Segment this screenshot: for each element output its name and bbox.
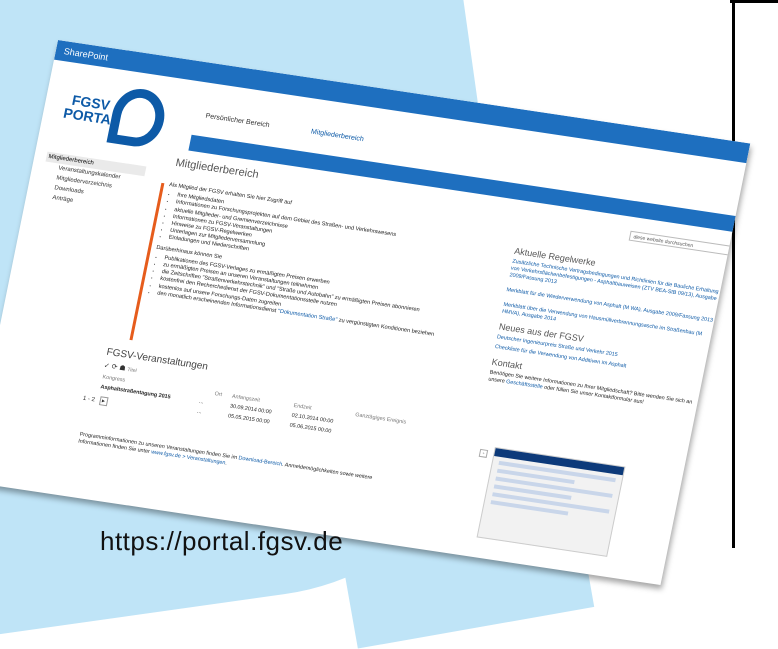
page-title: Mitgliederbereich <box>174 156 260 182</box>
expand-icon[interactable]: + <box>478 448 489 458</box>
fgsv-logo[interactable]: FGSV PORTAL <box>59 78 190 155</box>
footnote-text: . <box>224 460 228 467</box>
frame-top-edge <box>730 0 778 3</box>
search-placeholder: diese website durchsuchen <box>632 234 694 250</box>
intro-text: Als Mitglied der FGSV erhalten Sie hier … <box>146 182 477 346</box>
events-footnote: Programminformationen zu unseren Veranst… <box>77 432 386 492</box>
download-area-link[interactable]: Download-Bereich <box>238 455 283 467</box>
portal-screenshot: SharePoint FGSV PORTAL Persönlicher Bere… <box>0 40 751 586</box>
nav-member-area[interactable]: Mitgliederbereich <box>310 128 364 143</box>
quick-launch: Mitgliederbereich Veranstaltungskalender… <box>38 151 147 216</box>
logo-mark-icon <box>106 85 170 150</box>
logo-text: FGSV PORTAL <box>62 92 121 129</box>
pager-range: 1 - 2 <box>82 395 96 404</box>
check-icon[interactable]: ✓ <box>103 362 110 370</box>
refresh-icon[interactable]: ⟳ <box>111 364 118 372</box>
publication-thumbnail[interactable] <box>476 447 626 557</box>
events-table: Kongress Ort Anfangszeit Endzeit Ganztäg… <box>95 372 427 450</box>
portal-url-caption: https://portal.fgsv.de <box>100 526 344 556</box>
event-location <box>207 408 226 420</box>
app-name[interactable]: SharePoint <box>63 46 109 62</box>
table-row: Asphaltstraßentagung 2015 ... 30.09.2014… <box>97 382 425 441</box>
frame-right-edge <box>732 0 735 548</box>
nav-personal-area[interactable]: Persönlicher Bereich <box>205 113 270 129</box>
next-page-button[interactable]: ▸ <box>98 396 109 407</box>
right-column: Aktuelle Regelwerke Zusätzliche Technisc… <box>486 240 724 422</box>
users-icon[interactable]: ☗ <box>119 365 127 373</box>
search-input[interactable]: diese website durchsuchen ⚲ <box>628 230 740 257</box>
title-column-label[interactable]: Titel <box>127 367 137 374</box>
